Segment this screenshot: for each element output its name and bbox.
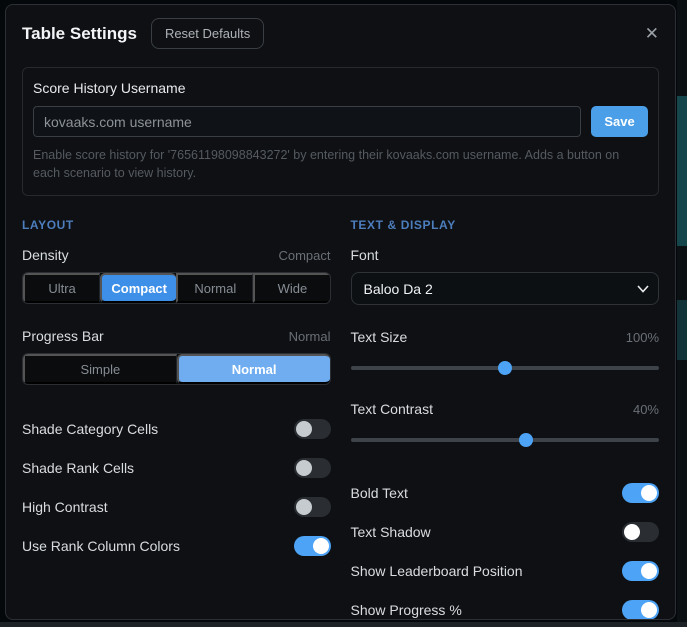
toggle-knob (624, 523, 640, 540)
density-option-compact[interactable]: Compact (100, 273, 177, 303)
density-option-ultra[interactable]: Ultra (23, 273, 101, 303)
modal-header: Table Settings Reset Defaults ✕ (6, 5, 675, 57)
toggle-row-use-rank-column-colors: Use Rank Column Colors (22, 526, 331, 565)
density-option-wide[interactable]: Wide (253, 273, 330, 303)
density-value: Compact (278, 247, 331, 263)
text-size-label: Text Size (350, 329, 408, 345)
text-contrast-slider-knob[interactable] (519, 433, 534, 447)
toggle-knob (641, 601, 657, 618)
text-display-column: TEXT & DISPLAY Font Baloo Da 2 Text Size… (350, 218, 660, 619)
toggle-row-bold-text: Bold Text (350, 473, 659, 512)
bold-text-label: Bold Text (350, 484, 408, 501)
high-contrast-label: High Contrast (22, 498, 108, 515)
toggle-knob (641, 562, 657, 579)
show-progress-percent-toggle[interactable] (622, 599, 659, 619)
background-table-fragment (677, 96, 687, 246)
show-leaderboard-position-toggle[interactable] (622, 560, 659, 581)
toggle-knob (641, 484, 657, 501)
toggle-knob (295, 420, 312, 437)
layout-column: LAYOUT Density Compact Ultra Compact Nor… (22, 218, 331, 619)
shade-rank-cells-toggle[interactable] (293, 457, 331, 478)
font-select[interactable]: Baloo Da 2 (350, 272, 659, 305)
layout-section-header: LAYOUT (22, 218, 74, 232)
progress-bar-label: Progress Bar (22, 328, 104, 344)
toggle-row-text-shadow: Text Shadow (350, 512, 659, 551)
font-select-value: Baloo Da 2 (363, 280, 433, 297)
text-shadow-label: Text Shadow (350, 523, 431, 540)
score-history-panel: Score History Username Save Enable score… (22, 67, 659, 196)
font-label: Font (350, 247, 379, 263)
progress-bar-value: Normal (288, 328, 331, 344)
toggle-row-high-contrast: High Contrast (22, 487, 331, 526)
density-field-row: Density Compact (22, 247, 331, 263)
progress-bar-field-row: Progress Bar Normal (22, 328, 331, 344)
toggle-row-show-progress-percent: Show Progress % (350, 590, 659, 619)
shade-category-cells-label: Shade Category Cells (22, 420, 159, 437)
score-history-input-row: Save (33, 106, 648, 137)
progress-bar-segmented-control: Simple Normal (22, 353, 331, 385)
table-settings-modal: Table Settings Reset Defaults ✕ Score Hi… (5, 4, 676, 620)
density-label: Density (22, 247, 69, 263)
background-behind-modal (0, 622, 687, 627)
background-table-fragment (677, 300, 687, 360)
text-size-field-row: Text Size 100% (351, 329, 660, 345)
use-rank-column-colors-label: Use Rank Column Colors (22, 537, 180, 554)
kovaaks-username-input[interactable] (33, 106, 581, 137)
text-contrast-slider[interactable] (350, 433, 659, 447)
toggle-knob (312, 537, 329, 554)
use-rank-column-colors-toggle[interactable] (293, 535, 331, 556)
progress-bar-option-normal[interactable]: Normal (176, 354, 330, 384)
slider-track (350, 438, 659, 442)
show-leaderboard-position-label: Show Leaderboard Position (350, 562, 523, 579)
text-contrast-label: Text Contrast (350, 401, 433, 417)
toggle-row-show-leaderboard-position: Show Leaderboard Position (350, 551, 659, 590)
score-history-help-text: Enable score history for '76561198098843… (33, 148, 620, 180)
save-button[interactable]: Save (591, 106, 648, 137)
text-size-slider-knob[interactable] (497, 361, 512, 375)
text-contrast-field-row: Text Contrast 40% (351, 401, 660, 417)
high-contrast-toggle[interactable] (293, 496, 331, 517)
text-shadow-toggle[interactable] (622, 521, 659, 542)
score-history-label: Score History Username (33, 80, 186, 96)
text-size-value: 100% (625, 329, 659, 345)
show-progress-percent-label: Show Progress % (350, 601, 462, 618)
toggle-knob (295, 498, 312, 515)
shade-rank-cells-label: Shade Rank Cells (22, 459, 135, 476)
toggle-row-shade-rank-cells: Shade Rank Cells (22, 448, 331, 487)
close-icon[interactable]: ✕ (645, 25, 659, 42)
density-option-normal[interactable]: Normal (176, 273, 254, 303)
bold-text-toggle[interactable] (622, 482, 659, 503)
toggle-knob (295, 459, 312, 476)
text-size-slider[interactable] (350, 361, 659, 375)
settings-columns: LAYOUT Density Compact Ultra Compact Nor… (6, 196, 675, 619)
text-display-section-header: TEXT & DISPLAY (350, 218, 456, 232)
font-field-row: Font (351, 247, 660, 263)
reset-defaults-button[interactable]: Reset Defaults (150, 18, 265, 49)
text-contrast-value: 40% (632, 401, 659, 417)
modal-title: Table Settings (22, 23, 137, 43)
density-segmented-control: Ultra Compact Normal Wide (22, 272, 331, 304)
progress-bar-option-simple[interactable]: Simple (23, 354, 177, 384)
toggle-row-shade-category-cells: Shade Category Cells (22, 409, 331, 448)
shade-category-cells-toggle[interactable] (293, 418, 331, 439)
chevron-down-icon (637, 284, 649, 293)
